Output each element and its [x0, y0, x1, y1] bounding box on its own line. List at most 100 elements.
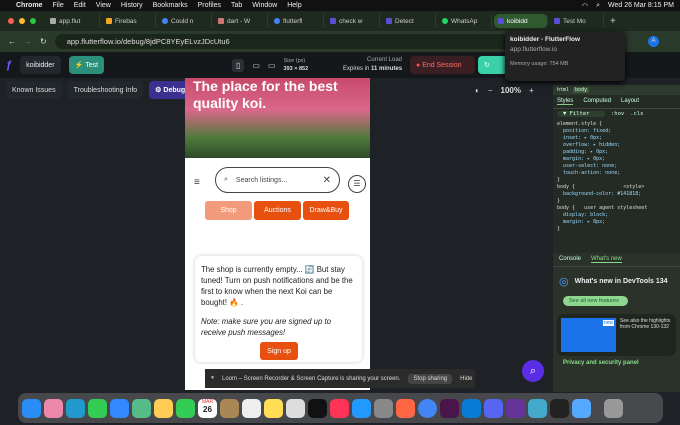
tv-icon[interactable]: [308, 398, 327, 418]
test-button[interactable]: ⚡ Test: [68, 56, 105, 74]
css-rule-line[interactable]: background-color: #141818;: [557, 191, 676, 198]
browser-tab[interactable]: WhatsAp: [438, 14, 492, 28]
crumb-html[interactable]: html: [557, 87, 569, 93]
reload-app-button[interactable]: ↻: [478, 56, 508, 74]
zoom-out-button[interactable]: −: [488, 86, 493, 95]
search-input[interactable]: ⌕ Search listings... ✕: [215, 167, 340, 193]
facetime-icon[interactable]: [176, 398, 195, 418]
css-rule-line[interactable]: margin: ▸ 0px;: [557, 156, 676, 163]
app-icon[interactable]: [528, 398, 547, 418]
vscode-icon[interactable]: [462, 398, 481, 418]
clock[interactable]: Wed 26 Mar 8:15 PM: [608, 2, 674, 9]
tab-drawbuy[interactable]: Draw&Buy: [303, 201, 349, 220]
url-input[interactable]: app.flutterflow.io/debug/8jdPC8YEyELvzJD…: [54, 34, 525, 49]
css-rule-line[interactable]: }: [557, 177, 676, 184]
app-icon[interactable]: [396, 398, 415, 418]
freeform-icon[interactable]: [286, 398, 305, 418]
see-all-button[interactable]: See all new features: [563, 296, 628, 306]
css-rule-line[interactable]: user-select: none;: [557, 163, 676, 170]
css-rule-line[interactable]: position: fixed;: [557, 128, 676, 135]
app-store-icon[interactable]: [352, 398, 371, 418]
xcode-icon[interactable]: [572, 398, 591, 418]
maps-icon[interactable]: [132, 398, 151, 418]
mail-icon[interactable]: [110, 398, 129, 418]
messages-icon[interactable]: [88, 398, 107, 418]
tab-whats-new[interactable]: What's new: [591, 256, 622, 263]
stop-sharing-button[interactable]: Stop sharing: [408, 373, 453, 384]
tab-shop[interactable]: Shop: [205, 201, 252, 220]
profile-avatar[interactable]: A: [648, 36, 659, 47]
menu-history[interactable]: History: [121, 2, 143, 9]
known-issues-button[interactable]: Known Issues: [6, 81, 62, 99]
tab-console[interactable]: Console: [559, 256, 581, 263]
signup-button[interactable]: Sign up: [260, 342, 298, 360]
safari-icon[interactable]: [66, 398, 85, 418]
menu-window[interactable]: Window: [252, 2, 277, 9]
tab-auctions[interactable]: Auctions: [254, 201, 301, 220]
flutterflow-logo-icon[interactable]: ƒ: [6, 59, 12, 71]
filter-input[interactable]: ▼ Filter: [557, 111, 605, 117]
minimize-window-button[interactable]: [19, 18, 25, 24]
discord-icon[interactable]: [484, 398, 503, 418]
finder-icon[interactable]: [22, 398, 41, 418]
phone-device-icon[interactable]: ▯: [232, 58, 245, 72]
tab-styles[interactable]: Styles: [557, 98, 574, 105]
menu-profiles[interactable]: Profiles: [198, 2, 221, 9]
browser-tab[interactable]: Test Mo: [550, 14, 604, 28]
desktop-device-icon[interactable]: ▭: [268, 61, 276, 70]
browser-tab[interactable]: Firebas: [102, 14, 156, 28]
menu-tab[interactable]: Tab: [231, 2, 242, 9]
notes-icon[interactable]: [264, 398, 283, 418]
css-rule-line[interactable]: touch-action: none;: [557, 170, 676, 177]
search-icon[interactable]: ⌕: [596, 2, 600, 10]
tab-layout[interactable]: Layout: [621, 98, 639, 105]
css-rule-line[interactable]: element.style {: [557, 121, 676, 128]
menu-help[interactable]: Help: [287, 2, 301, 9]
css-rule-line[interactable]: overflow: ▸ hidden;: [557, 142, 676, 149]
trash-icon[interactable]: [604, 398, 623, 418]
tablet-device-icon[interactable]: ▭: [252, 61, 260, 70]
hov-toggle[interactable]: :hov: [611, 111, 624, 117]
chrome-icon[interactable]: [418, 398, 437, 418]
menu-app[interactable]: Chrome: [16, 2, 42, 9]
filter-icon[interactable]: ☰: [348, 175, 366, 193]
browser-tab[interactable]: Could n: [158, 14, 212, 28]
css-rule-line[interactable]: display: block;: [557, 212, 676, 219]
menu-edit[interactable]: Edit: [74, 2, 86, 9]
end-session-button[interactable]: ● End Session: [410, 56, 475, 74]
troubleshooting-button[interactable]: Troubleshooting Info: [67, 81, 144, 99]
zoom-in-button[interactable]: +: [529, 86, 534, 95]
hide-button[interactable]: Hide: [460, 376, 472, 382]
reload-icon[interactable]: ↻: [40, 37, 47, 46]
css-rule-line[interactable]: }: [557, 226, 676, 233]
clear-icon[interactable]: ✕: [323, 175, 331, 186]
css-rule-line[interactable]: margin: ▸ 8px;: [557, 219, 676, 226]
launchpad-icon[interactable]: [44, 398, 63, 418]
browser-tab-active[interactable]: koibidd: [494, 14, 548, 28]
crumb-body[interactable]: body: [573, 87, 590, 93]
maximize-window-button[interactable]: [30, 18, 36, 24]
forward-icon[interactable]: →: [24, 37, 32, 46]
browser-tab[interactable]: check w: [326, 14, 380, 28]
github-icon[interactable]: [506, 398, 525, 418]
music-icon[interactable]: [330, 398, 349, 418]
menu-view[interactable]: View: [96, 2, 111, 9]
close-window-button[interactable]: [8, 18, 14, 24]
browser-tab[interactable]: flutterfl: [270, 14, 324, 28]
wifi-icon[interactable]: ◠: [582, 2, 588, 10]
css-rule-line[interactable]: body { <style>: [557, 184, 676, 191]
reminders-icon[interactable]: [242, 398, 261, 418]
photos-icon[interactable]: [154, 398, 173, 418]
settings-icon[interactable]: [374, 398, 393, 418]
browser-tab[interactable]: app.flut: [46, 14, 100, 28]
theme-toggle-icon[interactable]: ◐: [475, 86, 480, 95]
css-rule-line[interactable]: }: [557, 198, 676, 205]
browser-tab[interactable]: dart - W: [214, 14, 268, 28]
video-thumbnail[interactable]: new: [561, 318, 616, 352]
slack-icon[interactable]: [440, 398, 459, 418]
project-name[interactable]: koibidder: [20, 56, 61, 74]
menu-bookmarks[interactable]: Bookmarks: [153, 2, 188, 9]
new-tab-button[interactable]: +: [610, 16, 616, 27]
tab-computed[interactable]: Computed: [583, 98, 611, 105]
contacts-icon[interactable]: [220, 398, 239, 418]
